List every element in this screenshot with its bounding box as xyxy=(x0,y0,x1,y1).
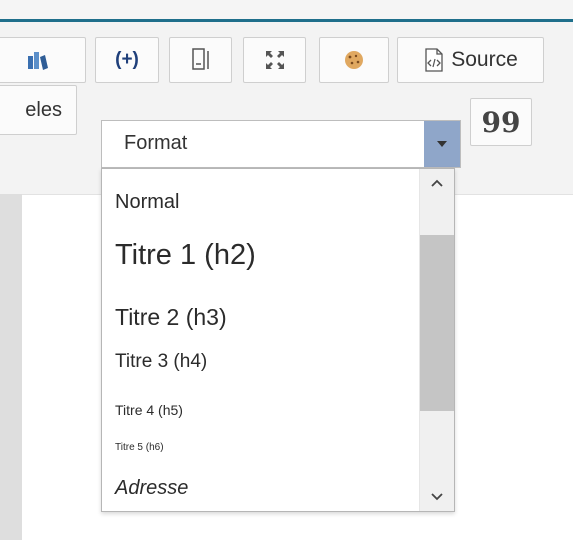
dropdown-scrollbar[interactable] xyxy=(419,169,454,511)
books-button[interactable] xyxy=(0,37,86,83)
format-option-h4[interactable]: Titre 3 (h4) xyxy=(115,351,207,373)
maximize-button[interactable] xyxy=(243,37,306,83)
cookie-button[interactable] xyxy=(319,37,389,83)
source-label: Source xyxy=(451,48,518,71)
format-combo-label: Format xyxy=(124,132,188,154)
placeholder-icon: (+) xyxy=(115,49,139,70)
format-option-address[interactable]: Adresse xyxy=(115,477,188,500)
format-option-h5[interactable]: Titre 4 (h5) xyxy=(115,402,183,418)
books-icon xyxy=(28,52,48,70)
scroll-down-button[interactable] xyxy=(420,483,454,511)
source-button[interactable]: Source xyxy=(397,37,544,83)
scroll-up-button[interactable] xyxy=(420,169,454,197)
chevron-up-icon xyxy=(431,179,443,187)
format-option-h2[interactable]: Titre 1 (h2) xyxy=(115,239,256,272)
blockquote-button[interactable]: 99 xyxy=(470,98,532,146)
placeholder-button[interactable]: (+) xyxy=(95,37,159,83)
text-field-icon xyxy=(191,48,209,70)
top-strip xyxy=(0,0,573,20)
cookie-icon xyxy=(345,51,363,69)
format-combo[interactable]: Format xyxy=(101,120,461,168)
left-margin xyxy=(0,194,22,540)
format-option-normal[interactable]: Normal xyxy=(115,191,179,214)
source-icon xyxy=(425,48,443,72)
maximize-icon xyxy=(265,51,284,69)
text-field-button[interactable] xyxy=(169,37,232,83)
editor: (+) Source eles Format 99 Normal Titre 1… xyxy=(0,0,573,540)
chevron-down-icon xyxy=(431,493,443,501)
caret-down-icon xyxy=(437,141,447,147)
scroll-thumb[interactable] xyxy=(420,235,454,411)
format-dropdown: Normal Titre 1 (h2) Titre 2 (h3) Titre 3… xyxy=(101,168,455,512)
format-dropdown-arrow[interactable] xyxy=(424,121,460,167)
format-option-h3[interactable]: Titre 2 (h3) xyxy=(115,304,227,331)
models-button[interactable]: eles xyxy=(0,85,77,135)
format-option-h6[interactable]: Titre 5 (h6) xyxy=(115,442,164,453)
